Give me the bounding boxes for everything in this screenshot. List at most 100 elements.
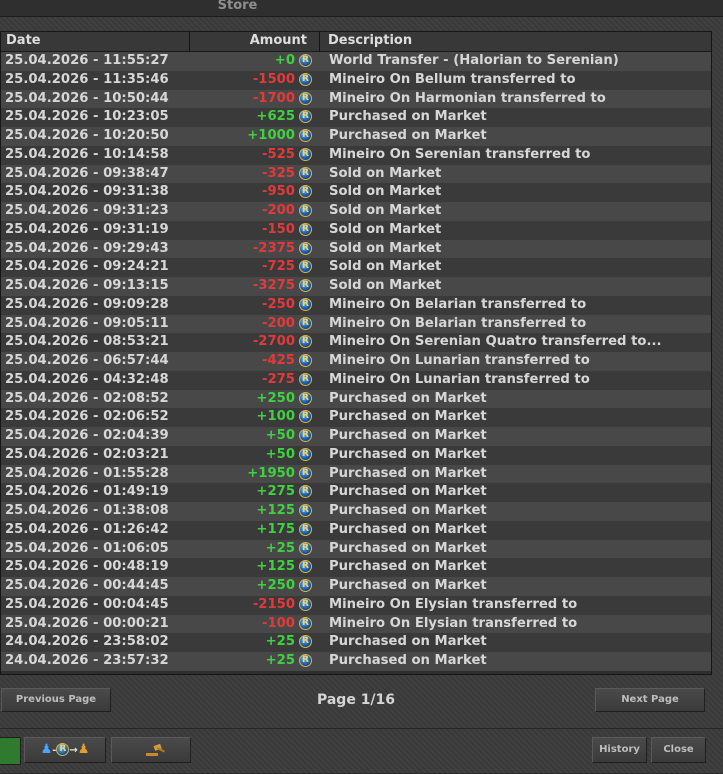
amount-cell: +25 (265, 653, 295, 668)
coin-icon: R (299, 447, 312, 461)
table-row: 24.04.2026 - 23:57:32 +25 R Purchased on Ma… (1, 652, 711, 671)
description-cell: Sold on Market (329, 278, 442, 293)
table-row: 25.04.2026 - 00:00:21 -100 R Mineiro On Ely… (1, 614, 711, 634)
description-cell: Purchased on Market (329, 484, 487, 500)
description-cell: Sold on Market (329, 203, 442, 218)
date-cell: 25.04.2026 - 09:24:21 (5, 259, 169, 275)
date-cell: 25.04.2026 - 11:35:46 (5, 71, 169, 87)
coin-icon: R (299, 185, 312, 199)
date-cell: 25.04.2026 - 04:32:48 (5, 371, 169, 387)
table-row: 25.04.2026 - 10:14:58 -525 R Mineiro On Ser… (1, 145, 711, 165)
amount-cell: -425 (261, 353, 295, 368)
description-cell: Mineiro On Belarian transferred to (329, 296, 587, 312)
date-cell: 25.04.2026 - 00:44:45 (5, 578, 169, 593)
description-cell: Purchased on Market (329, 446, 487, 462)
description-cell: Sold on Market (329, 240, 442, 256)
description-cell: Mineiro On Belarian transferred to (329, 315, 587, 331)
coin-icon: R (299, 654, 312, 667)
table-body: 25.04.2026 - 11:55:27 +0 R World Transfer -… (1, 52, 711, 671)
description-cell: Purchased on Market (329, 634, 487, 650)
amount-cell: -200 (261, 315, 295, 331)
auction-button[interactable] (111, 737, 191, 763)
coin-icon: R (299, 297, 312, 311)
transaction-history-table: Date Amount Description 25.04.2026 - 11:… (0, 31, 712, 675)
date-cell: 25.04.2026 - 02:06:52 (5, 409, 169, 425)
coin-icon: R (299, 616, 312, 630)
table-row: 25.04.2026 - 11:35:46 -1500 R Mineiro On Be… (1, 70, 711, 90)
date-cell: 25.04.2026 - 00:48:19 (5, 559, 169, 575)
table-row: 25.04.2026 - 00:48:19 +125 R Purchased on M… (1, 558, 711, 577)
table-row: 25.04.2026 - 09:38:47 -325 R Sold on Market (1, 164, 711, 184)
column-header-date: Date (6, 33, 41, 48)
date-cell: 25.04.2026 - 09:09:28 (5, 296, 169, 312)
previous-page-button[interactable]: Previous Page (1, 688, 111, 712)
amount-cell: +250 (256, 578, 295, 593)
date-cell: 25.04.2026 - 10:23:05 (5, 109, 169, 125)
coin-icon: R (299, 222, 312, 236)
date-cell: 25.04.2026 - 09:31:19 (5, 221, 169, 237)
coin-icon: R (299, 241, 312, 255)
player-icon: ♟ (77, 742, 90, 757)
date-cell: 24.04.2026 - 23:58:02 (5, 634, 169, 650)
table-row: 25.04.2026 - 10:20:50 +1000 R Purchased on … (1, 127, 711, 146)
table-row: 25.04.2026 - 09:29:43 -2375 R Sold on Marke… (1, 239, 711, 259)
table-row: 25.04.2026 - 09:24:21 -725 R Sold on Market (1, 258, 711, 277)
table-header: Date Amount Description (1, 32, 711, 52)
amount-cell: +1950 (247, 465, 295, 481)
amount-cell: -100 (261, 615, 295, 631)
amount-cell: +250 (256, 390, 295, 406)
date-cell: 25.04.2026 - 09:05:11 (5, 315, 169, 331)
amount-cell: -2700 (252, 334, 295, 350)
coin-icon: R (299, 54, 312, 67)
date-cell: 25.04.2026 - 01:55:28 (5, 465, 169, 481)
amount-cell: -3275 (252, 278, 295, 293)
date-cell: 25.04.2026 - 09:38:47 (5, 165, 169, 181)
gavel-icon (146, 743, 165, 756)
transfer-coins-button[interactable]: ♟- R →♟ (24, 737, 106, 763)
coin-icon: R (299, 560, 312, 574)
history-button[interactable]: History (592, 737, 647, 763)
date-cell: 25.04.2026 - 01:06:05 (5, 540, 169, 556)
date-cell: 25.04.2026 - 00:04:45 (5, 596, 169, 612)
coin-icon: R (299, 354, 312, 367)
date-cell: 25.04.2026 - 08:53:21 (5, 334, 169, 350)
table-row: 24.04.2026 - 23:58:02 +25 R Purchased on Ma… (1, 633, 711, 652)
table-row: 25.04.2026 - 01:06:05 +25 R Purchased on Ma… (1, 539, 711, 559)
next-page-button[interactable]: Next Page (595, 688, 705, 712)
date-cell: 25.04.2026 - 11:55:27 (5, 53, 169, 68)
date-cell: 25.04.2026 - 10:20:50 (5, 128, 169, 143)
coin-icon: R (299, 522, 312, 536)
amount-cell: -525 (261, 146, 295, 162)
table-row: 25.04.2026 - 10:50:44 -1700 R Mineiro On Ha… (1, 89, 711, 109)
description-cell: Sold on Market (329, 165, 442, 181)
player-icon: ♟ (40, 742, 53, 757)
amount-cell: -1500 (252, 71, 295, 87)
coin-icon: R (299, 485, 312, 499)
coin-icon: R (299, 166, 312, 180)
description-cell: Mineiro On Serenian transferred to (329, 146, 591, 162)
date-cell: 25.04.2026 - 09:13:15 (5, 278, 169, 293)
window-title: Store (217, 0, 258, 13)
date-cell: 25.04.2026 - 01:49:19 (5, 484, 169, 500)
coin-icon: R (299, 260, 312, 274)
description-cell: Mineiro On Lunarian transferred to (329, 371, 590, 387)
table-row: 25.04.2026 - 02:06:52 +100 R Purchased on M… (1, 408, 711, 427)
table-row: 25.04.2026 - 00:04:45 -2150 R Mineiro On El… (1, 595, 711, 615)
amount-cell: +100 (256, 409, 295, 425)
close-button[interactable]: Close (651, 737, 706, 763)
coin-icon: R (299, 204, 312, 217)
date-cell: 24.04.2026 - 23:57:32 (5, 653, 169, 668)
table-row: 25.04.2026 - 11:55:27 +0 R World Transfer -… (1, 52, 711, 71)
column-divider (189, 32, 190, 52)
amount-cell: +625 (256, 109, 295, 125)
coin-icon: R (299, 279, 312, 292)
description-cell: Purchased on Market (329, 428, 487, 443)
table-row: 25.04.2026 - 04:32:48 -275 R Mineiro On Lun… (1, 370, 711, 390)
date-cell: 25.04.2026 - 01:38:08 (5, 503, 169, 518)
description-cell: Mineiro On Harmonian transferred to (329, 90, 606, 106)
description-cell: Mineiro On Elysian transferred to (329, 596, 578, 612)
green-tab-button[interactable] (0, 737, 21, 765)
amount-cell: -950 (261, 184, 295, 200)
title-bar[interactable]: Store (0, 0, 723, 17)
amount-cell: -325 (261, 165, 295, 181)
